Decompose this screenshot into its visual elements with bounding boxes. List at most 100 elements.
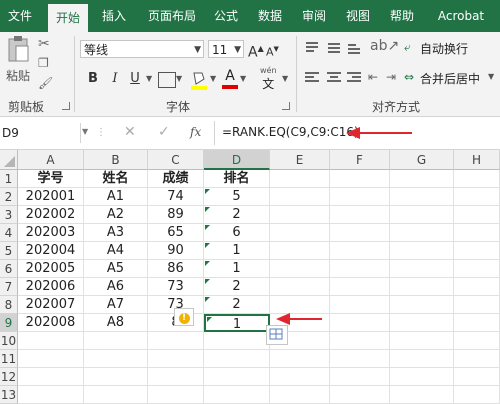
cell[interactable]: [390, 296, 454, 314]
cell[interactable]: [84, 368, 148, 386]
cell[interactable]: [390, 188, 454, 206]
namebox-dropdown-icon[interactable]: ▼: [82, 127, 88, 136]
row-header-3[interactable]: 3: [0, 206, 18, 224]
row-header-6[interactable]: 6: [0, 260, 18, 278]
cell[interactable]: [330, 314, 390, 332]
chevron-down-icon[interactable]: ▼: [282, 74, 288, 83]
cell[interactable]: [390, 242, 454, 260]
tab-acrobat[interactable]: Acrobat: [428, 0, 494, 32]
align-center-icon[interactable]: [326, 70, 342, 86]
wrap-text-button[interactable]: 自动换行: [420, 40, 468, 57]
tab-home[interactable]: 开始: [48, 4, 88, 32]
cell[interactable]: [454, 368, 500, 386]
cell[interactable]: [330, 278, 390, 296]
cell[interactable]: [270, 206, 330, 224]
data-cell[interactable]: 202004: [18, 242, 84, 260]
cell[interactable]: [204, 386, 270, 404]
cell[interactable]: [454, 224, 500, 242]
decrease-indent-icon[interactable]: ⇤: [368, 70, 378, 84]
chevron-down-icon[interactable]: ▼: [176, 74, 182, 83]
cell[interactable]: [270, 278, 330, 296]
italic-button[interactable]: I: [108, 70, 122, 88]
cell[interactable]: [204, 332, 270, 350]
shrink-font-button[interactable]: A▼: [266, 40, 279, 62]
cell[interactable]: [454, 314, 500, 332]
column-header-d[interactable]: D: [204, 150, 270, 170]
align-right-icon[interactable]: [346, 70, 362, 86]
data-cell[interactable]: 90: [148, 242, 204, 260]
cell[interactable]: [270, 296, 330, 314]
cell[interactable]: [330, 368, 390, 386]
cell[interactable]: [454, 296, 500, 314]
data-cell[interactable]: A7: [84, 296, 148, 314]
data-cell[interactable]: 5: [204, 188, 270, 206]
data-cell[interactable]: 202003: [18, 224, 84, 242]
data-cell[interactable]: 2: [204, 296, 270, 314]
cut-icon[interactable]: ✂: [38, 36, 50, 52]
fill-color-icon[interactable]: [190, 70, 208, 90]
cell[interactable]: [330, 188, 390, 206]
row-header-4[interactable]: 4: [0, 224, 18, 242]
data-cell[interactable]: A5: [84, 260, 148, 278]
active-cell[interactable]: 1: [204, 314, 270, 332]
cell[interactable]: [18, 350, 84, 368]
name-box[interactable]: D9: [0, 123, 81, 143]
row-header-8[interactable]: 8: [0, 296, 18, 314]
cell[interactable]: [148, 386, 204, 404]
cell[interactable]: [390, 386, 454, 404]
cell[interactable]: [390, 350, 454, 368]
align-bottom-icon[interactable]: [346, 40, 362, 56]
row-header-9[interactable]: 9: [0, 314, 18, 332]
data-cell[interactable]: 2: [204, 206, 270, 224]
borders-icon[interactable]: [158, 72, 176, 88]
header-cell[interactable]: 成绩: [148, 170, 204, 188]
formula-input[interactable]: =RANK.EQ(C9,C9:C16): [222, 125, 359, 139]
tab-file[interactable]: 文件: [0, 0, 40, 32]
cell[interactable]: [330, 260, 390, 278]
column-header-e[interactable]: E: [270, 150, 330, 170]
cell[interactable]: [454, 386, 500, 404]
cell[interactable]: [390, 260, 454, 278]
cell[interactable]: [390, 332, 454, 350]
chevron-down-icon[interactable]: ▼: [194, 41, 201, 59]
chevron-down-icon[interactable]: ▼: [210, 74, 216, 83]
worksheet-grid[interactable]: ABCDEFGH 1 2 3 4 5 6 7 8 9 10 11 12 13 学号 姓名 成绩 排名 20200…: [0, 150, 500, 404]
column-header-c[interactable]: C: [148, 150, 204, 170]
cell[interactable]: [270, 170, 330, 188]
cell[interactable]: [390, 314, 454, 332]
bold-button[interactable]: B: [86, 70, 100, 88]
grow-font-button[interactable]: A▲: [248, 40, 264, 62]
row-header-12[interactable]: 12: [0, 368, 18, 386]
format-painter-icon[interactable]: 🖌: [38, 76, 53, 90]
cell[interactable]: [454, 260, 500, 278]
data-cell[interactable]: A1: [84, 188, 148, 206]
cell[interactable]: [454, 242, 500, 260]
tab-help[interactable]: 帮助: [384, 0, 420, 32]
data-cell[interactable]: 202008: [18, 314, 84, 332]
phonetic-guide-button[interactable]: wén 文: [260, 66, 277, 92]
copy-icon[interactable]: ❐: [38, 56, 49, 70]
enter-check-icon[interactable]: ✓: [158, 124, 170, 140]
header-cell[interactable]: 学号: [18, 170, 84, 188]
data-cell[interactable]: 1: [204, 260, 270, 278]
data-cell[interactable]: 202001: [18, 188, 84, 206]
merge-center-button[interactable]: 合并后居中: [420, 70, 480, 87]
row-header-2[interactable]: 2: [0, 188, 18, 206]
column-header-g[interactable]: G: [390, 150, 454, 170]
cancel-icon[interactable]: ✕: [124, 124, 136, 140]
select-all-corner[interactable]: [0, 150, 18, 170]
cell[interactable]: [330, 386, 390, 404]
clipboard-launcher-icon[interactable]: [62, 102, 70, 110]
font-size-combo[interactable]: 11 ▼: [208, 40, 244, 58]
cell[interactable]: [204, 350, 270, 368]
cell[interactable]: [84, 332, 148, 350]
cell[interactable]: [390, 368, 454, 386]
column-header-a[interactable]: A: [18, 150, 84, 170]
align-middle-icon[interactable]: [326, 40, 342, 56]
data-cell[interactable]: A2: [84, 206, 148, 224]
data-cell[interactable]: 86: [148, 260, 204, 278]
quick-analysis-icon[interactable]: [266, 325, 288, 345]
column-header-f[interactable]: F: [330, 150, 390, 170]
merge-center-icon[interactable]: ⇔: [404, 70, 414, 84]
tab-data[interactable]: 数据: [252, 0, 288, 32]
